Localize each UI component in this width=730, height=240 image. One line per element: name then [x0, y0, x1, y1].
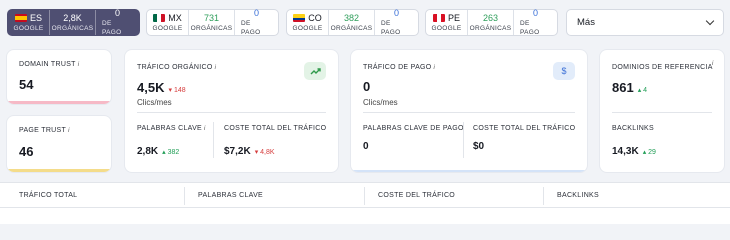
dollar-icon[interactable]: $ — [553, 62, 575, 80]
info-icon[interactable]: i — [204, 126, 206, 132]
paid-traffic-value: 0 — [363, 79, 371, 94]
paid-keywords-label: PALABRAS CLAVE DE PAGO — [363, 125, 464, 132]
country-mx[interactable]: MX GOOGLE 731 ORGÁNICAS 0 DE PAGO — [146, 8, 279, 36]
paid-label: DE PAGO — [241, 20, 261, 36]
organic-traffic-icon[interactable] — [304, 62, 326, 80]
backlinks-label: BACKLINKS — [612, 125, 654, 132]
organic-label: ORGÁNICAS — [469, 24, 512, 32]
backlinks-value: 14,3K — [612, 146, 639, 157]
engine-label: GOOGLE — [292, 24, 323, 32]
keywords-label: PALABRAS CLAVE — [137, 125, 203, 132]
paid-count: 0 — [532, 8, 538, 18]
backlinks-delta: 29 — [648, 149, 656, 156]
country-co[interactable]: CO GOOGLE 382 ORGÁNICAS 0 DE PAGO — [286, 8, 419, 36]
referring-domains-card: DOMINIOS DE REFERENCIA i 861 ▴ 4 BACKLINK… — [600, 50, 724, 172]
divider — [612, 112, 712, 113]
more-countries-dropdown[interactable]: Más — [566, 9, 724, 36]
more-label: Más — [577, 17, 595, 28]
domain-trust-value: 54 — [19, 77, 34, 92]
info-icon[interactable]: i — [68, 128, 70, 134]
divider — [137, 112, 326, 113]
page-trust-card: PAGE TRUST i 46 — [7, 116, 111, 172]
organic-traffic-value: 4,5K — [137, 80, 165, 95]
paid-count: 0 — [393, 8, 399, 18]
organic-traffic-delta: 148 — [173, 87, 186, 94]
divider — [543, 187, 544, 205]
paid-count: 0 — [253, 8, 259, 18]
paid-cost-label: COSTE TOTAL DEL TRÁFICO — [473, 125, 576, 132]
paid-traffic-label: TRÁFICO DE PAGO — [363, 64, 432, 71]
referring-domains-delta: 4 — [643, 87, 648, 94]
paid-label: DE PAGO — [520, 20, 540, 36]
engine-label: GOOGLE — [431, 24, 462, 32]
organic-count: 382 — [343, 12, 360, 23]
mexico-flag-icon — [153, 14, 166, 22]
referring-domains-label: DOMINIOS DE REFERENCIA — [612, 64, 713, 71]
organic-count: 2,8K — [63, 12, 82, 23]
organic-traffic-label: TRÁFICO ORGÁNICO — [137, 64, 213, 71]
cost-value: $7,2K — [224, 146, 251, 157]
page-trust-label: PAGE TRUST — [19, 127, 67, 134]
keywords-delta: 382 — [167, 149, 180, 156]
country-pe[interactable]: PE GOOGLE 263 ORGÁNICAS 0 DE PAGO — [425, 8, 558, 36]
metric-tabs: TRÁFICO TOTAL PALABRAS CLAVE COSTE DEL T… — [0, 182, 730, 224]
domain-trust-bar — [7, 101, 111, 104]
organic-traffic-card: TRÁFICO ORGÁNICO i 4,5K ▾ 148 Clics/mes PA… — [125, 50, 338, 172]
organic-traffic-unit: Clics/mes — [137, 98, 172, 107]
peru-flag-icon — [432, 14, 445, 22]
engine-label: GOOGLE — [152, 24, 183, 32]
divider — [184, 187, 185, 205]
tab-total-traffic[interactable]: TRÁFICO TOTAL — [19, 192, 77, 199]
domain-trust-card: DOMAIN TRUST i 54 — [7, 50, 111, 104]
paid-traffic-bar — [351, 170, 587, 172]
info-icon[interactable]: i — [215, 65, 217, 71]
organic-label: ORGÁNICAS — [190, 24, 233, 32]
country-code: CO — [308, 12, 322, 23]
divider — [213, 122, 214, 158]
organic-label: ORGÁNICAS — [51, 24, 94, 32]
divider — [463, 122, 464, 158]
cost-delta: 4,8K — [260, 149, 275, 156]
info-icon[interactable]: i — [712, 61, 713, 67]
engine-label: GOOGLE — [13, 24, 44, 32]
organic-count: 731 — [203, 12, 220, 23]
keywords-value: 2,8K — [137, 146, 159, 157]
tab-traffic-cost[interactable]: COSTE DEL TRÁFICO — [378, 192, 455, 199]
referring-domains-value: 861 — [612, 80, 634, 95]
paid-traffic-card: TRÁFICO DE PAGO i $ 0 Clics/mes PALABRAS … — [351, 50, 587, 172]
spain-flag-icon — [14, 14, 27, 22]
country-code: ES — [29, 12, 42, 23]
page-trust-bar — [7, 169, 111, 172]
info-icon[interactable]: i — [78, 62, 80, 68]
domain-trust-label: DOMAIN TRUST — [19, 61, 76, 68]
info-icon[interactable]: i — [434, 65, 436, 71]
paid-label: DE PAGO — [102, 20, 122, 36]
divider — [363, 112, 575, 113]
dollar-glyph: $ — [561, 66, 567, 76]
divider — [0, 207, 730, 208]
organic-label: ORGÁNICAS — [330, 24, 373, 32]
paid-label: DE PAGO — [381, 20, 401, 36]
paid-count: 0 — [114, 8, 120, 18]
page-trust-value: 46 — [19, 144, 34, 159]
country-es[interactable]: ES GOOGLE 2,8K ORGÁNICAS 0 DE PAGO — [7, 8, 140, 36]
tab-backlinks[interactable]: BACKLINKS — [557, 192, 599, 199]
chevron-down-icon — [705, 16, 715, 26]
colombia-flag-icon — [293, 14, 306, 22]
paid-keywords-value: 0 — [363, 141, 369, 152]
divider — [364, 187, 365, 205]
organic-count: 263 — [482, 12, 499, 23]
tab-keywords[interactable]: PALABRAS CLAVE — [198, 192, 263, 199]
country-code: MX — [168, 12, 182, 23]
country-code: PE — [447, 12, 460, 23]
paid-cost-value: $0 — [473, 141, 485, 152]
paid-traffic-unit: Clics/mes — [363, 98, 398, 107]
cost-label: COSTE TOTAL DEL TRÁFICO — [224, 125, 327, 132]
